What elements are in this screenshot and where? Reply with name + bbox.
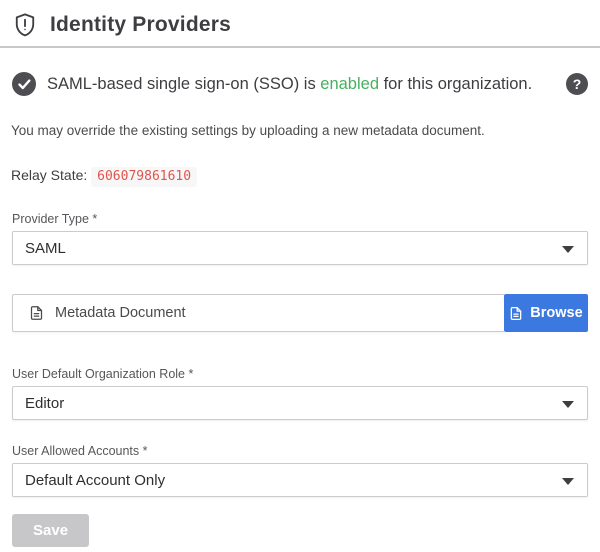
allowed-accounts-value: Default Account Only: [25, 472, 165, 489]
status-text-before: SAML-based single sign-on (SSO) is: [47, 75, 320, 93]
relay-state-label: Relay State:: [11, 167, 91, 183]
override-description: You may override the existing settings b…: [11, 123, 588, 138]
file-text-icon: [29, 305, 44, 321]
default-role-value: Editor: [25, 395, 64, 412]
default-role-select[interactable]: Editor: [12, 386, 588, 420]
allowed-accounts-label: User Allowed Accounts *: [12, 444, 588, 458]
metadata-upload-row: Metadata Document Browse: [12, 294, 588, 332]
sso-status-message: SAML-based single sign-on (SSO) is enabl…: [47, 75, 532, 94]
browse-button-label: Browse: [530, 305, 582, 321]
status-enabled-text: enabled: [320, 75, 379, 93]
relay-state-row: Relay State: 606079861610: [11, 167, 588, 184]
metadata-file-input[interactable]: Metadata Document: [12, 294, 504, 332]
default-role-label: User Default Organization Role *: [12, 367, 588, 381]
provider-type-group: Provider Type * SAML: [12, 212, 588, 265]
allowed-accounts-select[interactable]: Default Account Only: [12, 463, 588, 497]
provider-type-select[interactable]: SAML: [12, 231, 588, 265]
shield-exclamation-icon: [12, 11, 38, 39]
chevron-down-icon: [562, 401, 574, 408]
provider-type-value: SAML: [25, 240, 66, 257]
allowed-accounts-group: User Allowed Accounts * Default Account …: [12, 444, 588, 497]
sso-status-row: SAML-based single sign-on (SSO) is enabl…: [12, 72, 588, 96]
help-icon[interactable]: ?: [566, 73, 588, 95]
provider-type-label: Provider Type *: [12, 212, 588, 226]
file-text-icon: [509, 306, 523, 321]
page-title: Identity Providers: [50, 13, 231, 37]
save-button[interactable]: Save: [12, 514, 89, 547]
status-text-after: for this organization.: [379, 75, 532, 93]
chevron-down-icon: [562, 246, 574, 253]
chevron-down-icon: [562, 478, 574, 485]
identity-providers-page: Identity Providers SAML-based single sig…: [0, 0, 600, 552]
check-circle-icon: [12, 72, 36, 96]
default-role-group: User Default Organization Role * Editor: [12, 367, 588, 420]
relay-state-value: 606079861610: [91, 167, 197, 187]
metadata-file-placeholder: Metadata Document: [55, 305, 186, 321]
browse-button[interactable]: Browse: [504, 294, 588, 332]
header-divider: [0, 46, 600, 48]
page-header: Identity Providers: [0, 0, 600, 46]
